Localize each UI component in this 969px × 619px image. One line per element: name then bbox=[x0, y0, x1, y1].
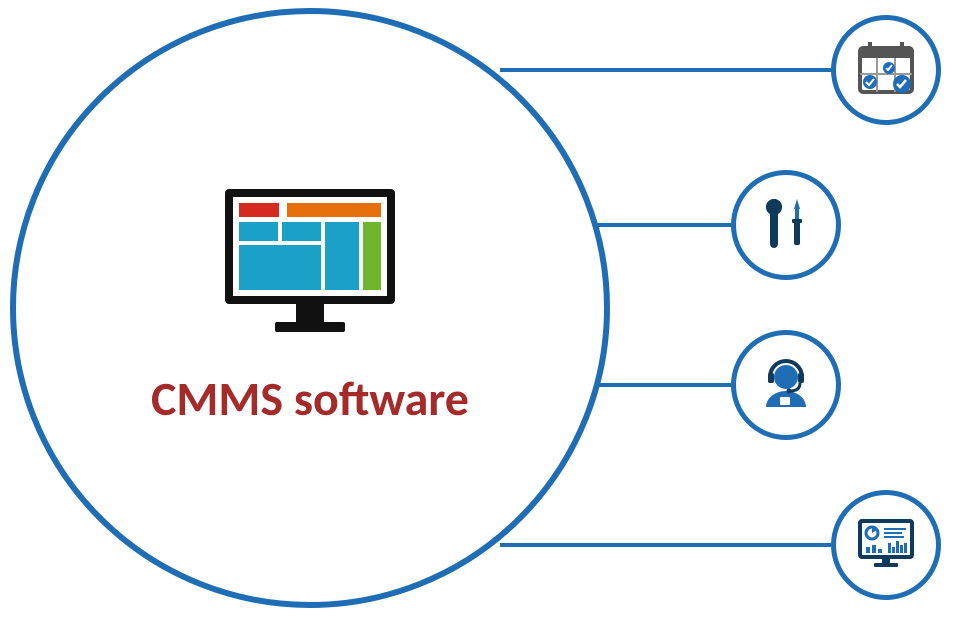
calendar-check-icon bbox=[854, 36, 918, 105]
feature-node-support bbox=[731, 330, 841, 440]
feature-node-schedule bbox=[831, 15, 941, 125]
analytics-monitor-icon bbox=[854, 511, 918, 580]
feature-node-analytics bbox=[831, 490, 941, 600]
diagram-canvas: CMMS software bbox=[0, 0, 969, 619]
headset-person-icon bbox=[754, 351, 818, 420]
feature-node-tools bbox=[731, 170, 841, 280]
wrench-screwdriver-icon bbox=[754, 191, 818, 260]
main-node: CMMS software bbox=[10, 8, 610, 608]
main-label: CMMS software bbox=[151, 369, 469, 428]
dashboard-monitor-icon bbox=[225, 189, 395, 339]
